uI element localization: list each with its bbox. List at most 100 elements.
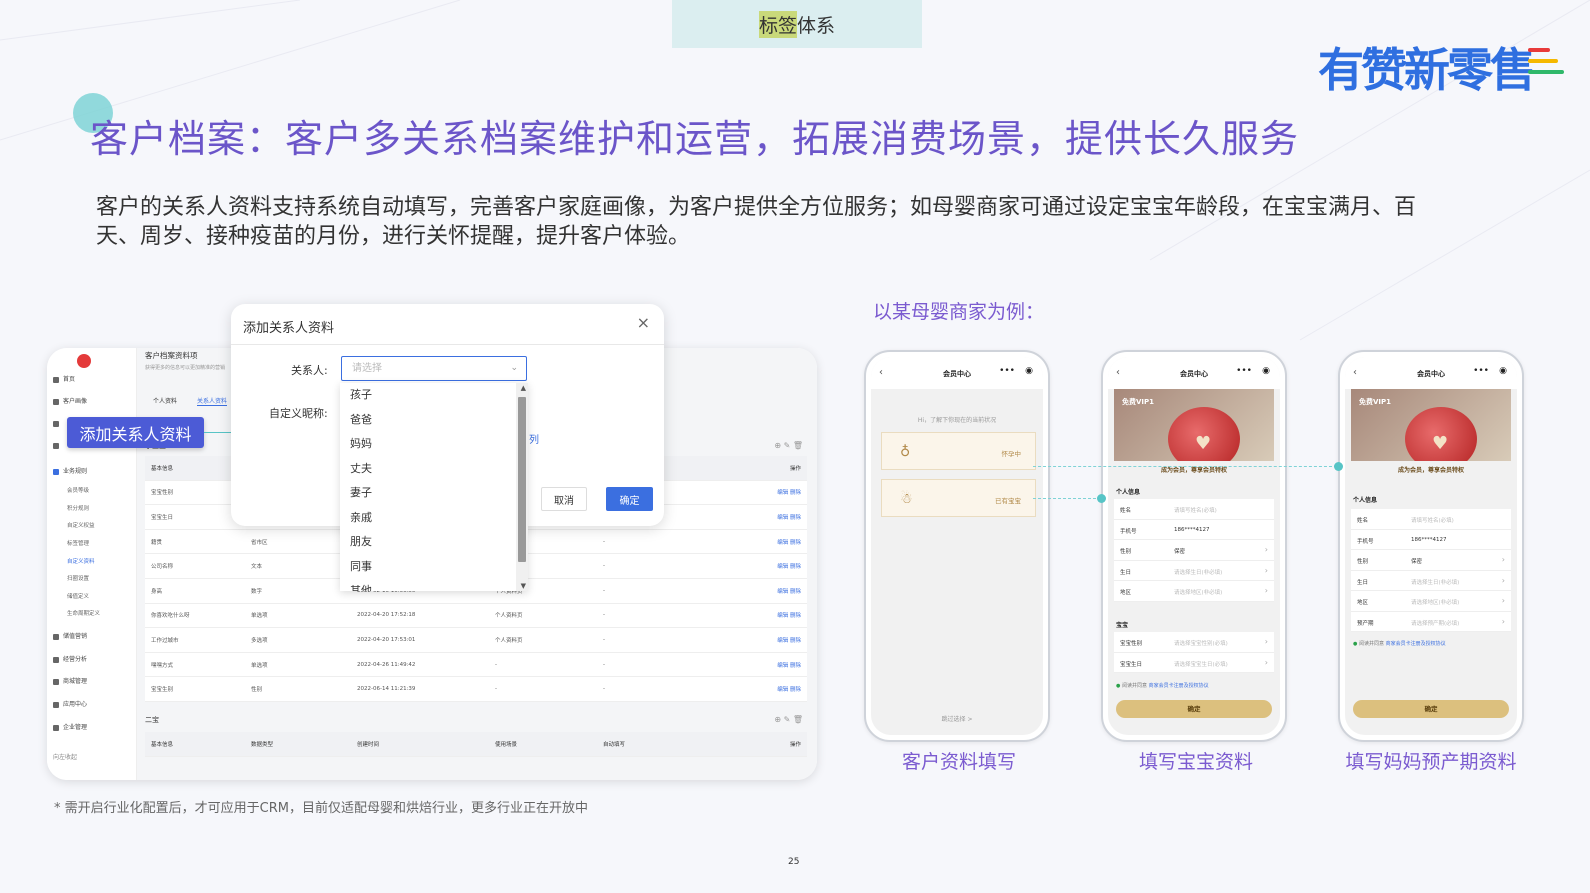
status-card-pregnant[interactable]: ♁ 怀孕中 <box>881 432 1036 470</box>
section-action-icons[interactable]: ⊕ ✎ 🗑 <box>774 715 803 724</box>
dropdown-option[interactable]: 其他 <box>340 579 528 591</box>
form-row-name[interactable]: 姓名 请填写姓名(必填) <box>1114 499 1274 520</box>
record-icon[interactable]: ◉ <box>1262 366 1270 376</box>
sidebar-item-enterprise[interactable]: 企业管理 <box>53 722 87 731</box>
tab-relations[interactable]: 关系人资料 <box>196 398 227 406</box>
sidebar-item-mall[interactable]: 商城管理 <box>53 676 87 685</box>
row-actions[interactable]: 编辑 删除 <box>723 513 807 521</box>
sidebar-item-business[interactable]: 业务规则 <box>53 466 87 475</box>
section-tab-highlight: 标签 <box>758 10 797 38</box>
table-row: 工作过城市 多选项 2022-04-20 17:53:01 个人资料页 - 编辑 删除 <box>145 628 807 653</box>
sidebar-item-customer[interactable]: 客户画像 <box>53 396 87 405</box>
heart-icon: ♥ <box>1195 433 1212 454</box>
sidebar-sub-item[interactable]: 标签管理 <box>67 539 89 547</box>
row-actions[interactable]: 编辑 删除 <box>723 587 807 595</box>
sidebar-sub-item[interactable]: 会员等级 <box>67 486 89 494</box>
confirm-button[interactable]: 确定 <box>606 487 653 511</box>
modal-link[interactable]: 列 <box>529 431 539 446</box>
page-number: 25 <box>788 857 800 867</box>
profile-table-2: 基本信息 数据类型 创建时间 使用场景 自动填写 操作 <box>145 732 807 757</box>
grid-icon <box>53 442 59 449</box>
form-row-phone[interactable]: 手机号 186****4127 <box>1351 530 1511 550</box>
phone-title: 会员中心 <box>1180 370 1208 378</box>
phone-header: ‹ 会员中心 ••• ◉ <box>1345 357 1517 389</box>
sidebar-sub-item[interactable]: 自定义权益 <box>67 521 95 529</box>
phone-caption: 填写妈妈预产期资料 <box>1345 751 1517 773</box>
row-actions[interactable]: 编辑 删除 <box>723 611 807 619</box>
skip-link[interactable]: 跳过选择 > <box>871 714 1043 723</box>
sidebar-item-analysis[interactable]: 经营分析 <box>53 654 87 663</box>
agreement[interactable]: ● 阅读并同意 商家会员卡注册及授权协议 <box>1353 640 1446 647</box>
close-icon[interactable]: × <box>637 313 650 332</box>
form-row-due-date[interactable]: 预产期 请选择预产期(必填) › <box>1351 612 1511 632</box>
chevron-right-icon: › <box>1501 616 1505 626</box>
breadcrumb-subtitle: 获得更多的信息可以更加精准的营销 <box>145 365 226 371</box>
vip-text: 成为会员，尊享会员特权 <box>1397 467 1464 474</box>
confirm-button[interactable]: 确定 <box>1353 700 1509 718</box>
sidebar-sub-item[interactable]: 生命周期定义 <box>67 609 100 617</box>
status-card-has-baby[interactable]: ☃ 已有宝宝 <box>881 479 1036 517</box>
confirm-button[interactable]: 确定 <box>1116 700 1272 718</box>
dropdown-option[interactable]: 妻子 <box>340 481 528 506</box>
more-icon[interactable]: ••• <box>1473 366 1489 376</box>
sidebar-item-apps[interactable]: 应用中心 <box>53 699 87 708</box>
dropdown-option[interactable]: 亲戚 <box>340 506 528 531</box>
dropdown-option[interactable]: 丈夫 <box>340 457 528 482</box>
check-icon: ● <box>1116 683 1121 689</box>
form-row-region[interactable]: 地区 请选择地区(非必填) › <box>1114 581 1274 602</box>
form-row-phone[interactable]: 手机号 186****4127 <box>1114 520 1274 540</box>
more-icon[interactable]: ••• <box>1236 366 1252 376</box>
row-actions[interactable]: 编辑 删除 <box>723 685 807 693</box>
record-icon[interactable]: ◉ <box>1025 366 1033 376</box>
relation-label: 关系人: <box>291 364 328 377</box>
more-icon[interactable]: ••• <box>999 366 1015 376</box>
sidebar-collapse[interactable]: 向左收起 <box>53 752 77 761</box>
home-icon <box>53 376 59 383</box>
form-row-birthday[interactable]: 生日 请选择生日(非必填) › <box>1351 571 1511 591</box>
dropdown-scrollbar-thumb[interactable] <box>518 397 526 562</box>
chevron-down-icon: ⌄ <box>510 363 518 373</box>
connector-line <box>1033 498 1101 499</box>
store-icon <box>53 678 59 685</box>
form-row-baby-gender[interactable]: 宝宝性别 请选择宝宝性别(必填) › <box>1114 632 1274 653</box>
sidebar-sub-item[interactable]: 储值定义 <box>67 592 89 600</box>
row-actions[interactable]: 编辑 删除 <box>723 538 807 546</box>
cancel-button[interactable]: 取消 <box>541 487 587 511</box>
sidebar-item-grid[interactable] <box>53 442 63 449</box>
vip-label: 免费VIP1 <box>1359 398 1392 406</box>
row-actions[interactable]: 编辑 删除 <box>723 488 807 496</box>
dropdown-option[interactable]: 同事 <box>340 555 528 580</box>
sidebar-sub-item[interactable]: 扫圈设置 <box>67 574 89 582</box>
form-row-birthday[interactable]: 生日 请选择生日(非必填) › <box>1114 561 1274 581</box>
form-row-baby-birthday[interactable]: 宝宝生日 请选择宝宝生日(必填) › <box>1114 653 1274 673</box>
scroll-up-icon[interactable]: ▲ <box>521 384 526 392</box>
sidebar-item-user[interactable] <box>53 420 63 427</box>
dropdown-option[interactable]: 孩子 <box>340 383 528 408</box>
sidebar-sub-item[interactable]: 自定义资料 <box>67 557 95 565</box>
row-actions[interactable]: 编辑 删除 <box>723 661 807 669</box>
relation-select[interactable]: 请选择 ⌄ <box>341 356 527 381</box>
row-actions[interactable]: 编辑 删除 <box>723 636 807 644</box>
dropdown-option[interactable]: 爸爸 <box>340 408 528 433</box>
form-row-name[interactable]: 姓名 请填写姓名(必填) <box>1351 509 1511 530</box>
row-actions[interactable]: 编辑 删除 <box>723 562 807 570</box>
chevron-right-icon: › <box>1264 637 1268 646</box>
phone-title: 会员中心 <box>943 370 971 378</box>
form-row-gender[interactable]: 性别 保密 › <box>1351 550 1511 571</box>
section-action-icons[interactable]: ⊕ ✎ 🗑 <box>774 441 803 450</box>
connector-line <box>1033 466 1337 467</box>
sidebar-sub-item[interactable]: 积分规则 <box>67 504 89 512</box>
tab-personal[interactable]: 个人资料 <box>153 398 177 405</box>
customer-icon <box>53 398 59 405</box>
dropdown-option[interactable]: 朋友 <box>340 530 528 555</box>
record-icon[interactable]: ◉ <box>1499 366 1507 376</box>
scroll-down-icon[interactable]: ▼ <box>521 582 526 590</box>
dropdown-option[interactable]: 妈妈 <box>340 432 528 457</box>
sidebar-item-home[interactable]: 首页 <box>53 374 75 383</box>
wallet-icon <box>53 633 59 640</box>
form-row-gender[interactable]: 性别 保密 › <box>1114 540 1274 561</box>
sidebar-item-stored-value[interactable]: 储值营销 <box>53 631 87 640</box>
agreement[interactable]: ● 阅读并同意 商家会员卡注册及授权协议 <box>1116 682 1209 689</box>
form-row-region[interactable]: 地区 请选择地区(非必填) › <box>1351 591 1511 612</box>
phone-header: ‹ 会员中心 ••• ◉ <box>1108 357 1280 389</box>
